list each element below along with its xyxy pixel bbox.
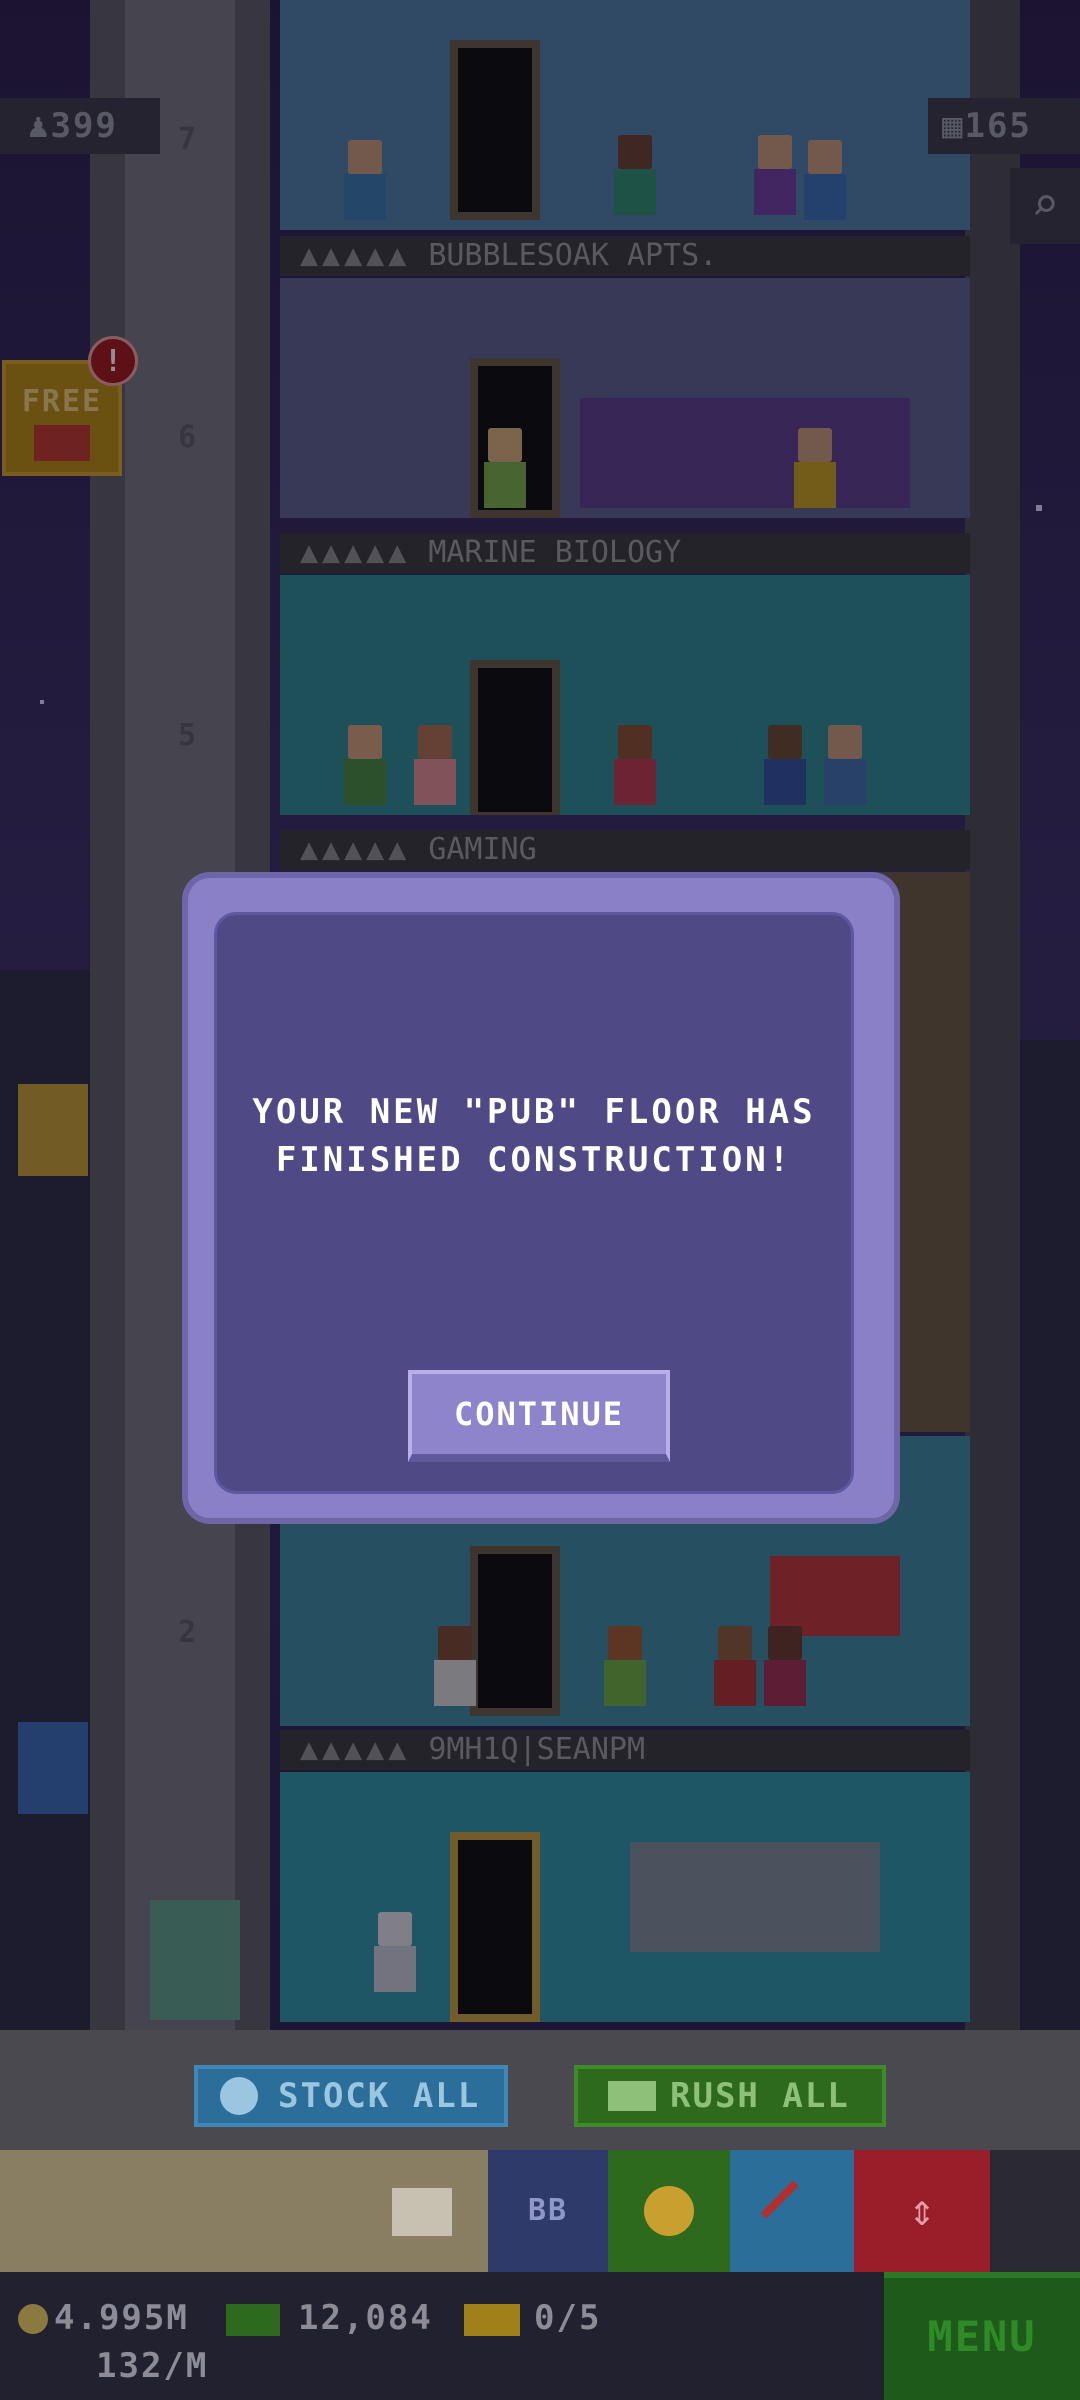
up-down-arrow-icon: ⇕ [908, 2185, 936, 2236]
menu-button[interactable]: MENU [884, 2272, 1080, 2400]
clock-icon [220, 2077, 258, 2115]
continue-button[interactable]: CONTINUE [408, 1370, 670, 1462]
rush-all-button[interactable]: RUSH ALL [574, 2065, 886, 2127]
bux-icon [226, 2304, 280, 2336]
bb-button[interactable]: BB [488, 2150, 608, 2272]
bux-value: 12,084 [298, 2298, 433, 2338]
coin-icon [18, 2304, 48, 2334]
coins-button[interactable] [608, 2150, 730, 2272]
coins-rate: 132/M [96, 2346, 209, 2386]
build-floor-button[interactable] [0, 2150, 488, 2272]
lift-tool-button[interactable] [730, 2150, 854, 2272]
action-bar [0, 2030, 1080, 2150]
stock-all-button[interactable]: STOCK ALL [194, 2065, 508, 2127]
modal-message: YOUR NEW "PUB" FLOOR HAS FINISHED CONSTR… [252, 1092, 816, 1180]
bux-icon [608, 2081, 656, 2111]
tickets-value: 0/5 [534, 2298, 602, 2338]
coins-icon [644, 2186, 694, 2236]
coins-value: 4.995M [54, 2298, 189, 2338]
ticket-icon [464, 2304, 520, 2336]
elevator-arrows-button[interactable]: ⇕ [854, 2150, 990, 2272]
pickaxe-icon [760, 2180, 826, 2246]
box-icon [392, 2188, 452, 2236]
